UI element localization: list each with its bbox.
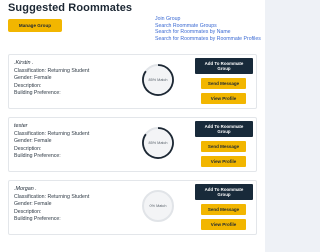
suggested-roommates-page: Suggested Roommates Manage Group Join Gr…: [0, 0, 265, 252]
page-title: Suggested Roommates: [8, 2, 133, 14]
roommate-name: .Kirstin .: [14, 60, 34, 66]
roommate-gender: Gender: Female: [14, 138, 52, 145]
roommate-building-preference: Building Preference:: [14, 216, 61, 223]
roommate-card: .Kirstin . Classification: Returning Stu…: [8, 54, 257, 109]
match-ring: 0% Match: [142, 190, 174, 222]
search-roommate-groups-link[interactable]: Search Roommate Groups: [155, 23, 261, 29]
add-to-roommate-group-button[interactable]: Add To Roommate Group: [195, 58, 253, 74]
send-message-button[interactable]: Send Message: [201, 141, 246, 152]
roommate-building-preference: Building Preference:: [14, 153, 61, 160]
roommate-card: .Morgan . Classification: Returning Stud…: [8, 180, 257, 235]
search-by-profiles-link[interactable]: Search for Roommates by Roommate Profile…: [155, 36, 261, 42]
match-ring: 85% Match: [142, 64, 174, 96]
add-to-roommate-group-button[interactable]: Add To Roommate Group: [195, 184, 253, 200]
roommate-gender: Gender: Female: [14, 75, 52, 82]
roommate-classification: Classification: Returning Student: [14, 193, 90, 200]
join-group-link[interactable]: Join Group: [155, 16, 261, 22]
roommate-info: .Morgan . Classification: Returning Stud…: [14, 186, 89, 223]
match-progress-arc: [142, 64, 174, 96]
roommate-description: Description:: [14, 208, 42, 215]
match-progress-arc-path: [142, 127, 174, 159]
roommate-building-preference: Building Preference:: [14, 90, 61, 97]
roommate-description: Description:: [14, 82, 42, 89]
send-message-button[interactable]: Send Message: [201, 78, 246, 89]
match-progress-arc: [142, 127, 174, 159]
search-by-name-link[interactable]: Search for Roommates by Name: [155, 29, 261, 35]
roommate-info: .Kirstin . Classification: Returning Stu…: [14, 60, 89, 97]
view-profile-button[interactable]: View Profile: [201, 219, 246, 230]
match-progress-arc-path: [142, 64, 174, 96]
match-progress-arc: [142, 190, 174, 222]
roommate-classification: Classification: Returning Student: [14, 130, 90, 137]
roommate-name: .Morgan .: [14, 186, 37, 192]
roommate-classification: Classification: Returning Student: [14, 67, 90, 74]
roommate-info: tester Classification: Returning Student…: [14, 123, 89, 160]
roommate-description: Description:: [14, 145, 42, 152]
view-profile-button[interactable]: View Profile: [201, 156, 246, 167]
add-to-roommate-group-button[interactable]: Add To Roommate Group: [195, 121, 253, 137]
match-ring: 85% Match: [142, 127, 174, 159]
roommate-card: tester Classification: Returning Student…: [8, 117, 257, 172]
search-links: Join Group Search Roommate Groups Search…: [155, 16, 261, 42]
roommate-name: tester: [14, 123, 28, 129]
roommate-gender: Gender: Female: [14, 201, 52, 208]
send-message-button[interactable]: Send Message: [201, 204, 246, 215]
manage-group-button[interactable]: Manage Group: [8, 19, 62, 32]
view-profile-button[interactable]: View Profile: [201, 93, 246, 104]
